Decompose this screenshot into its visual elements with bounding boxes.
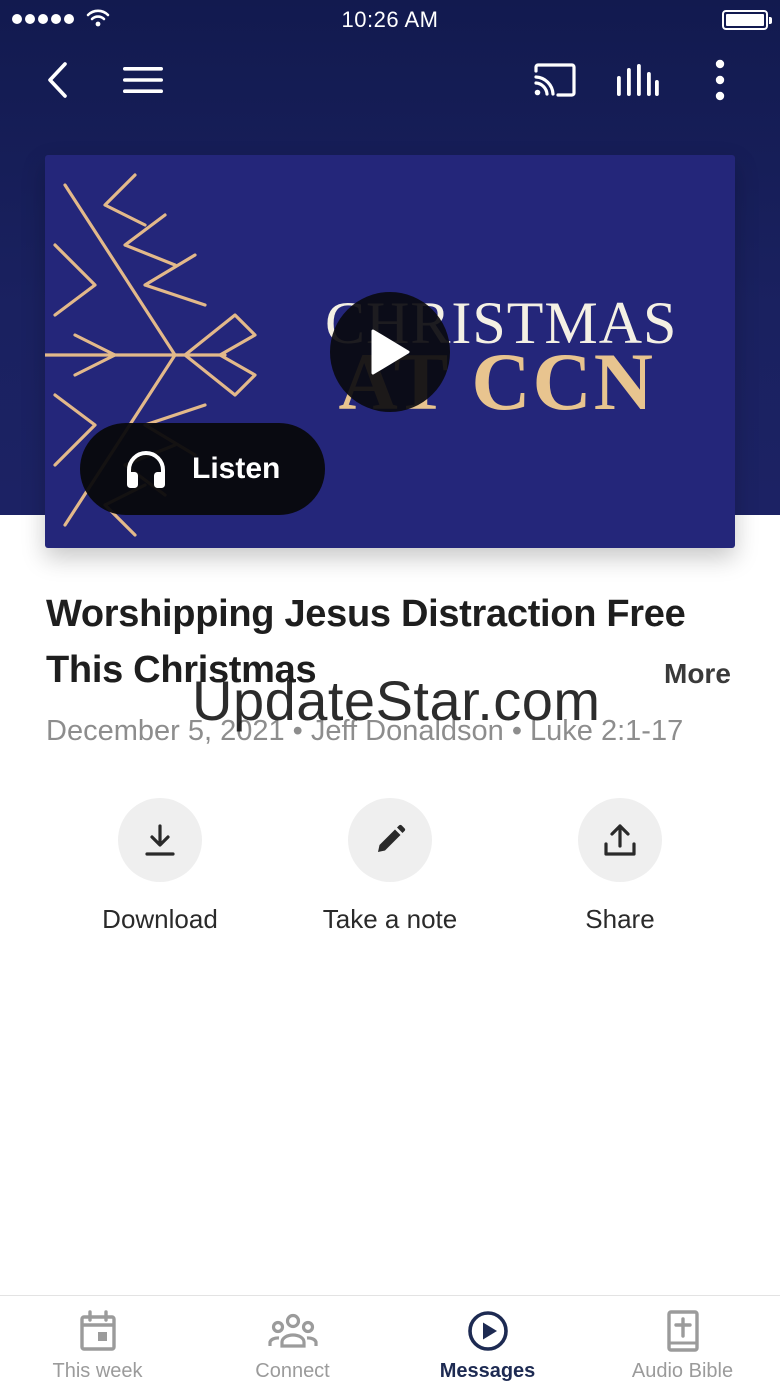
equalizer-icon <box>617 64 659 96</box>
bottom-tab-bar: This week Connect Messages Audio Bible <box>0 1295 780 1387</box>
pencil-icon <box>348 798 432 882</box>
play-icon <box>371 329 410 375</box>
tab-this-week-label: This week <box>52 1360 143 1382</box>
tab-messages-label: Messages <box>439 1360 536 1382</box>
calendar-icon <box>79 1310 116 1351</box>
chevron-left-icon <box>48 62 67 98</box>
back-button[interactable] <box>34 50 80 110</box>
status-bar: 10:26 AM <box>0 0 780 40</box>
take-note-button[interactable]: Take a note <box>275 798 505 935</box>
sermon-artwork[interactable]: CHRISTMAS AT CCN Listen <box>45 155 735 548</box>
status-time: 10:26 AM <box>341 7 439 32</box>
watermark-text: UpdateStar.com <box>192 669 601 732</box>
cast-button[interactable] <box>528 50 582 110</box>
tab-audio-bible[interactable]: Audio Bible <box>585 1296 780 1387</box>
navigation-bar <box>0 50 780 110</box>
download-icon <box>118 798 202 882</box>
tab-audio-bible-label: Audio Bible <box>631 1360 734 1382</box>
tab-this-week[interactable]: This week <box>0 1296 195 1387</box>
battery-icon <box>722 10 772 30</box>
listen-button[interactable]: Listen <box>80 423 325 515</box>
people-icon <box>267 1313 318 1348</box>
download-label: Download <box>102 904 218 934</box>
play-circle-icon <box>467 1311 508 1351</box>
more-options-button[interactable] <box>704 50 736 110</box>
headphones-icon <box>127 451 165 488</box>
download-button[interactable]: Download <box>45 798 275 935</box>
take-note-label: Take a note <box>322 904 458 934</box>
menu-button[interactable] <box>118 50 168 110</box>
tab-connect-label: Connect <box>255 1360 330 1382</box>
hamburger-menu-icon <box>123 67 163 93</box>
sermon-actions: Download Take a note Share <box>0 798 780 948</box>
share-button[interactable]: Share <box>505 798 735 935</box>
play-button[interactable] <box>330 292 450 412</box>
share-icon <box>578 798 662 882</box>
tab-connect[interactable]: Connect <box>195 1296 390 1387</box>
more-link[interactable]: More <box>664 658 731 690</box>
audio-levels-button[interactable] <box>612 50 662 110</box>
cast-icon <box>534 63 576 97</box>
listen-label: Listen <box>192 452 281 485</box>
tab-messages[interactable]: Messages <box>390 1296 585 1387</box>
more-vertical-icon <box>715 59 725 101</box>
bible-icon <box>666 1310 699 1352</box>
share-label: Share <box>585 904 655 934</box>
